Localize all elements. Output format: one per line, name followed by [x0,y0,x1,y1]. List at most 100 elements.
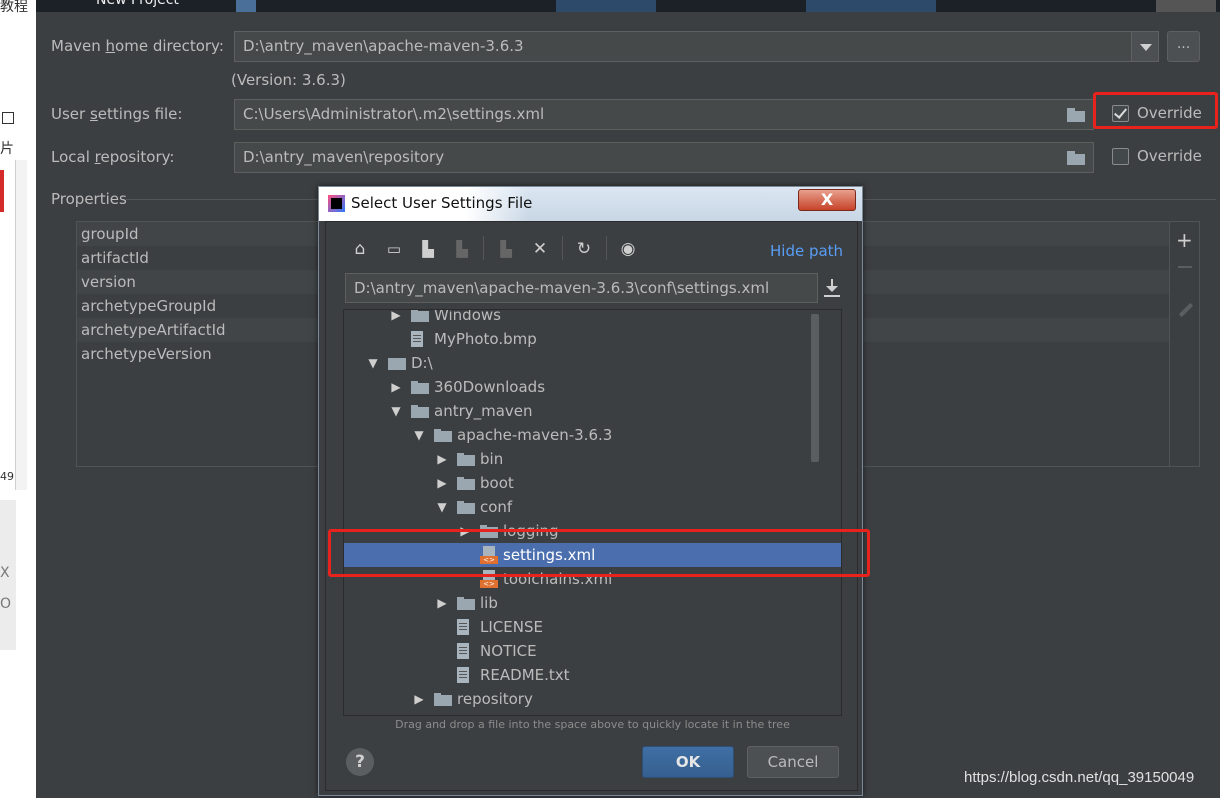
user-settings-override-checkbox[interactable] [1112,105,1129,122]
folder-icon [411,381,429,394]
folder-open-icon[interactable] [1067,151,1085,165]
tree-node-label: repository [457,690,533,708]
tree-node-label: conf [480,498,513,516]
expand-arrow-right-icon[interactable]: ▶ [435,447,449,471]
tree-node-label: NOTICE [480,642,537,660]
tree-node[interactable]: ▶ Windows [344,310,841,327]
pencil-icon[interactable] [1178,302,1194,318]
window-title-bar: New Project [36,0,1220,12]
tree-node[interactable]: <> settings.xml [344,543,841,567]
local-repository-label: Local repository: [51,148,175,166]
project-folder-icon[interactable]: ▙ [418,240,438,258]
expand-arrow-right-icon[interactable]: ▶ [389,375,403,399]
tree-node[interactable]: ▶ repository [344,687,841,711]
expand-arrow-right-icon[interactable]: ▶ [458,519,472,543]
download-icon[interactable] [823,277,841,299]
help-button[interactable]: ? [346,748,374,776]
desktop-icon[interactable]: ▭ [384,240,404,258]
maven-home-browse-button[interactable]: ... [1167,31,1200,62]
tree-node[interactable]: ▶ logging [344,519,841,543]
folder-icon [434,693,452,706]
user-settings-override-label: Override [1137,104,1202,122]
new-folder-icon[interactable]: ▙ [496,240,516,258]
tree-node[interactable]: NOTICE [344,639,841,663]
tree-scrollbar[interactable] [811,314,819,462]
tree-node[interactable]: <> toolchains.xml [344,567,841,591]
tree-node[interactable]: ▶ bin [344,447,841,471]
tree-node-label: LICENSE [480,618,543,636]
user-settings-label: User settings file: [51,105,183,123]
tree-node-label: apache-maven-3.6.3 [457,426,613,444]
path-input[interactable]: D:\antry_maven\apache-maven-3.6.3\conf\s… [345,273,818,303]
maven-version-text: (Version: 3.6.3) [231,71,346,89]
cancel-button[interactable]: Cancel [747,746,839,778]
tree-node-label: settings.xml [503,546,596,564]
show-hidden-icon[interactable]: ◉ [618,240,638,258]
tree-node-label: README.txt [480,666,570,684]
plus-icon[interactable]: + [1176,228,1193,252]
ok-button[interactable]: OK [642,746,734,778]
file-icon [457,667,469,683]
tree-node[interactable]: MyPhoto.bmp [344,327,841,351]
tree-node-label: MyPhoto.bmp [434,330,537,348]
folder-icon [411,310,429,322]
expand-arrow-right-icon[interactable]: ▶ [435,471,449,495]
expand-arrow-down-icon[interactable]: ▼ [389,399,403,423]
tree-node[interactable]: ▶ 360Downloads [344,375,841,399]
tree-node[interactable]: ▼ apache-maven-3.6.3 [344,423,841,447]
tree-node[interactable]: LICENSE [344,615,841,639]
hide-path-link[interactable]: Hide path [770,242,843,260]
close-icon[interactable]: X [798,189,856,211]
background-browser-strip: 教程 片 49 X O [0,0,36,798]
maven-home-input[interactable]: D:\antry_maven\apache-maven-3.6.3 [234,31,1132,62]
tree-node-label: logging [503,522,559,540]
background-gutter [15,160,27,490]
file-icon [411,331,423,347]
expand-arrow-down-icon[interactable]: ▼ [366,351,380,375]
tree-node-label: lib [480,594,498,612]
refresh-icon[interactable]: ↻ [574,240,594,258]
tree-node[interactable]: ▶ lib [344,591,841,615]
maven-home-label: Maven home directory: [51,37,224,55]
expand-arrow-right-icon[interactable]: ▶ [435,591,449,615]
folder-icon [457,453,475,466]
user-settings-value: C:\Users\Administrator\.m2\settings.xml [243,105,545,123]
delete-icon[interactable]: ✕ [530,240,550,258]
dialog-title-bar[interactable]: Select User Settings File X [319,187,862,221]
tree-node[interactable]: ▼ D:\ [344,351,841,375]
local-repository-input[interactable]: D:\antry_maven\repository [234,142,1094,173]
local-repository-value: D:\antry_maven\repository [243,148,445,166]
background-text-x: X [0,565,10,581]
xml-file-icon: <> [480,546,498,564]
tree-node-label: D:\ [411,354,433,372]
background-text-o: O [0,596,12,612]
user-settings-input[interactable]: C:\Users\Administrator\.m2\settings.xml [234,99,1094,130]
folder-icon [457,477,475,490]
expand-arrow-down-icon[interactable]: ▼ [435,495,449,519]
local-repository-override-checkbox[interactable] [1112,148,1129,165]
folder-icon [434,429,452,442]
expand-arrow-right-icon[interactable]: ▶ [412,687,426,711]
image-icon [2,112,14,124]
dialog-title: Select User Settings File [351,194,533,212]
xml-file-icon: <> [480,570,498,588]
properties-title: Properties [51,190,127,208]
expand-arrow-down-icon[interactable]: ▼ [412,423,426,447]
folder-icon [480,525,498,538]
maven-home-dropdown-button[interactable] [1131,31,1159,62]
minus-icon[interactable] [1178,266,1192,268]
file-tree[interactable]: ▶ Windows MyPhoto.bmp ▼ D:\ ▶ 360Downloads ▼ ant… [343,309,842,716]
select-settings-dialog: Select User Settings File X ⌂ ▭ ▙ ▙ ▙ ✕ … [318,186,863,796]
tree-node[interactable]: README.txt [344,663,841,687]
tree-node-label: toolchains.xml [503,570,613,588]
window-title: New Project [96,0,179,8]
file-icon [457,619,469,635]
tree-node[interactable]: ▶ boot [344,471,841,495]
module-folder-icon[interactable]: ▙ [452,240,472,258]
tree-node[interactable]: ▼ conf [344,495,841,519]
tree-node-label: antry_maven [434,402,533,420]
expand-arrow-right-icon[interactable]: ▶ [389,310,403,327]
folder-open-icon[interactable] [1067,108,1085,122]
home-icon[interactable]: ⌂ [350,240,370,258]
tree-node[interactable]: ▼ antry_maven [344,399,841,423]
